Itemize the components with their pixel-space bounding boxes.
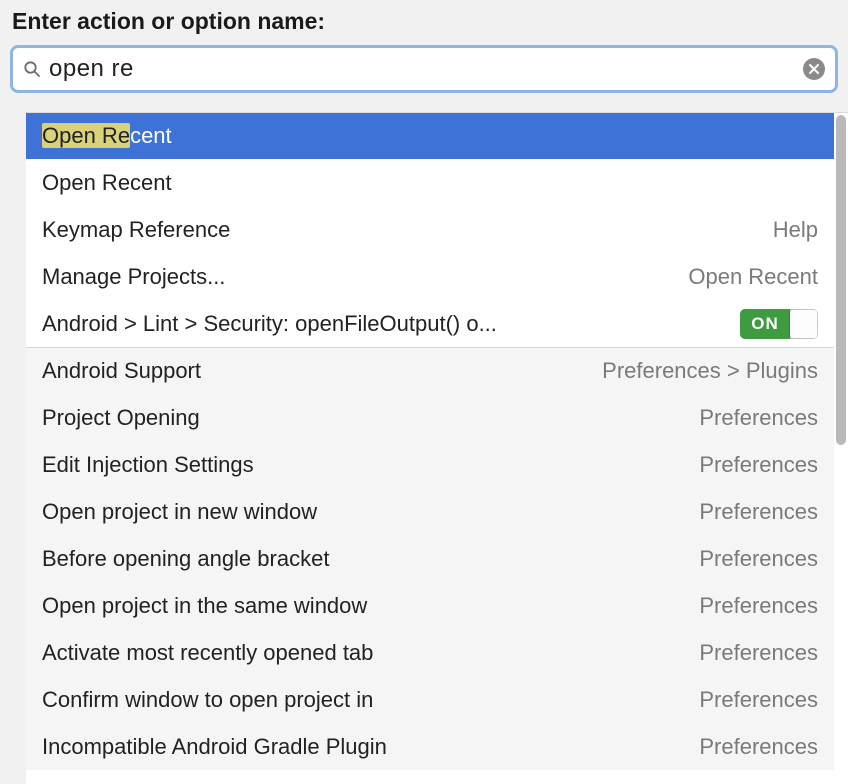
result-label: Project Opening [42,405,200,431]
result-row[interactable]: Open project in the same window Preferenc… [26,582,834,629]
result-label: Open project in the same window [42,593,367,619]
result-context: Preferences > Plugins [602,358,818,384]
search-field[interactable] [10,45,838,93]
result-row[interactable]: Before opening angle bracket Preferences [26,535,834,582]
result-row[interactable]: Edit Injection Settings Preferences [26,441,834,488]
result-row[interactable]: Open Recent [26,159,834,206]
result-label: Manage Projects... [42,264,225,290]
result-label: Open project in new window [42,499,317,525]
scrollbar[interactable] [834,113,848,784]
search-icon [23,60,41,78]
result-context: Preferences [699,593,818,619]
result-label: Before opening angle bracket [42,546,329,572]
result-row[interactable]: Keymap Reference Help [26,206,834,253]
result-context: Help [773,217,818,243]
result-label: Open Recent [42,123,172,149]
result-context: Preferences [699,687,818,713]
result-context: Preferences [699,452,818,478]
results-panel: Open Recent Open Recent Keymap Reference He… [26,112,848,784]
result-label: Open Recent [42,170,172,196]
result-label: Android Support [42,358,201,384]
result-label: Activate most recently opened tab [42,640,373,666]
search-input[interactable] [49,55,803,83]
result-context: Preferences [699,546,818,572]
toggle-switch[interactable]: ON [740,309,818,339]
scroll-thumb[interactable] [836,115,846,445]
result-context: Preferences [699,405,818,431]
prompt-label: Enter action or option name: [0,0,848,45]
result-row[interactable]: Android Support Preferences > Plugins [26,347,834,394]
result-label: Android > Lint > Security: openFileOutpu… [42,311,497,337]
result-context: Preferences [699,640,818,666]
result-label: Keymap Reference [42,217,230,243]
toggle-on-label: ON [740,309,790,339]
result-context: Open Recent [688,264,818,290]
result-row[interactable]: Open project in new window Preferences [26,488,834,535]
result-row[interactable]: Activate most recently opened tab Prefere… [26,629,834,676]
result-row[interactable]: Open Recent [26,113,834,159]
result-label: Edit Injection Settings [42,452,254,478]
toggle-knob [790,310,817,338]
result-row[interactable]: Incompatible Android Gradle Plugin Prefer… [26,723,834,770]
clear-icon[interactable] [803,58,825,80]
result-label: Incompatible Android Gradle Plugin [42,734,387,760]
result-label: Confirm window to open project in [42,687,373,713]
result-context: Preferences [699,499,818,525]
result-context: Preferences [699,734,818,760]
result-row[interactable]: Confirm window to open project in Prefere… [26,676,834,723]
result-row[interactable]: Android > Lint > Security: openFileOutpu… [26,300,834,347]
result-row[interactable]: Project Opening Preferences [26,394,834,441]
result-row[interactable]: Manage Projects... Open Recent [26,253,834,300]
